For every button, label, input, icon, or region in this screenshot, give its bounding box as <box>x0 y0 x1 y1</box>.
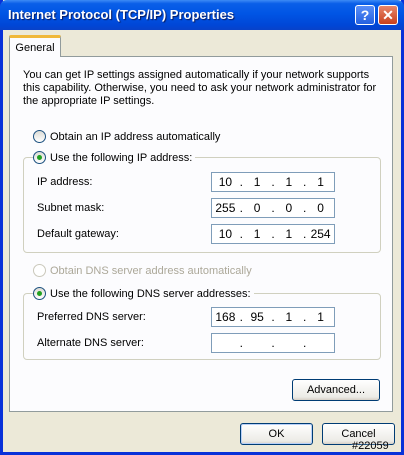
radio-checked-icon <box>33 287 46 300</box>
intro-line: You can get IP settings assigned automat… <box>23 69 370 81</box>
obtain-ip-auto-label: Obtain an IP address automatically <box>50 130 221 143</box>
octet: 0 <box>285 201 293 215</box>
octet: 0 <box>317 201 324 215</box>
octet: 1 <box>253 175 261 189</box>
watermark: #22059 <box>352 440 389 452</box>
octet: 168 <box>215 310 236 324</box>
octet: 10 <box>218 175 233 189</box>
octet: 0 <box>253 201 261 215</box>
octet: 255 <box>215 201 236 215</box>
octet: 1 <box>285 227 293 241</box>
title-bar[interactable]: Internet Protocol (TCP/IP) Properties ? … <box>0 0 404 30</box>
radio-unchecked-icon <box>33 264 46 277</box>
octet: 10 <box>218 227 233 241</box>
ok-button-label: OK <box>268 428 285 440</box>
obtain-dns-auto-radio[interactable]: Obtain DNS server address automatically <box>33 264 252 277</box>
default-gateway-input[interactable]: 10. 1. 1. 254 <box>211 224 335 244</box>
preferred-dns-input[interactable]: 168. 95. 1. 1 <box>211 307 335 327</box>
close-icon: ✕ <box>382 6 394 23</box>
intro-line: the appropriate IP settings. <box>23 95 155 107</box>
preferred-dns-label: Preferred DNS server: <box>37 311 146 323</box>
radio-unchecked-icon <box>33 130 46 143</box>
help-icon: ? <box>360 7 370 23</box>
octet: 95 <box>250 310 264 324</box>
default-gateway-label: Default gateway: <box>37 228 119 240</box>
advanced-button[interactable]: Advanced... <box>292 379 380 401</box>
ip-address-input[interactable]: 10. 1. 1. 1 <box>211 172 335 192</box>
octet: 1 <box>317 310 324 324</box>
intro-line: this capability. Otherwise, you need to … <box>23 82 377 94</box>
alternate-dns-label: Alternate DNS server: <box>37 337 144 349</box>
tab-general-label: General <box>15 41 55 54</box>
octet: 1 <box>317 175 324 189</box>
tab-general[interactable]: General <box>9 35 61 57</box>
octet: 1 <box>285 175 293 189</box>
advanced-button-label: Advanced... <box>306 384 366 396</box>
subnet-mask-label: Subnet mask: <box>37 202 105 214</box>
obtain-dns-auto-label: Obtain DNS server address automatically <box>50 264 252 277</box>
intro-text: You can get IP settings assigned automat… <box>23 69 377 108</box>
use-following-ip-radio[interactable]: Use the following IP address: <box>33 151 196 164</box>
ok-button[interactable]: OK <box>240 423 313 445</box>
close-button[interactable]: ✕ <box>378 5 398 25</box>
use-following-dns-label: Use the following DNS server addresses: <box>50 287 251 300</box>
use-following-dns-radio[interactable]: Use the following DNS server addresses: <box>33 287 254 300</box>
radio-checked-icon <box>33 151 46 164</box>
window-title: Internet Protocol (TCP/IP) Properties <box>8 7 235 22</box>
octet: 1 <box>285 310 293 324</box>
use-following-ip-label: Use the following IP address: <box>50 151 193 164</box>
ip-address-label: IP address: <box>37 176 93 188</box>
alternate-dns-input[interactable]: . . . <box>211 333 335 353</box>
cancel-button-label: Cancel <box>341 428 376 440</box>
octet: 1 <box>253 227 261 241</box>
octet: 254 <box>310 227 331 241</box>
obtain-ip-auto-radio[interactable]: Obtain an IP address automatically <box>33 130 220 143</box>
subnet-mask-input[interactable]: 255. 0. 0. 0 <box>211 198 335 218</box>
help-button[interactable]: ? <box>355 5 375 25</box>
